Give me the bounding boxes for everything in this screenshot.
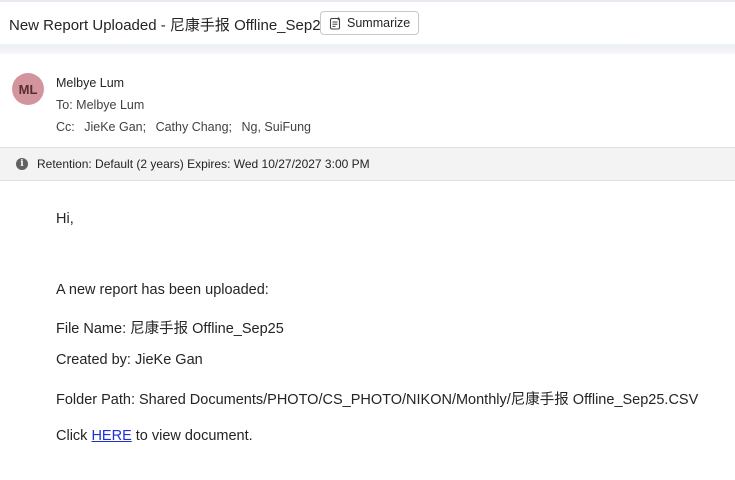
to-recipient[interactable]: Melbye Lum [76,98,144,112]
click-suffix: to view document. [131,428,253,444]
cc-recipient[interactable]: JieKe Gan; [84,120,146,134]
view-document-line: Click HERE to view document. [56,428,253,444]
cc-line: Cc: JieKe Gan; Cathy Chang; Ng, SuiFung [56,120,311,134]
created-by: Created by: JieKe Gan [56,352,203,368]
summarize-label: Summarize [347,16,411,30]
intro-text: A new report has been uploaded: [56,282,269,298]
cc-recipient[interactable]: Ng, SuiFung [241,120,310,134]
to-label: To: [56,98,73,112]
message-header: New Report Uploaded - 尼康手报 Offline_Sep25… [0,2,735,45]
summarize-icon [328,16,342,30]
to-line: To: Melbye Lum [56,98,144,112]
cc-label: Cc: [56,120,75,134]
retention-text: Retention: Default (2 years) Expires: We… [37,157,370,171]
click-prefix: Click [56,428,92,444]
cc-recipient[interactable]: Cathy Chang; [156,120,232,134]
sender-name[interactable]: Melbye Lum [56,76,124,90]
retention-bar: i Retention: Default (2 years) Expires: … [0,147,735,181]
info-icon: i [16,158,28,170]
file-name: File Name: 尼康手报 Offline_Sep25 [56,321,284,337]
message-subject: New Report Uploaded - 尼康手报 Offline_Sep25 [9,17,329,34]
folder-path: Folder Path: Shared Documents/PHOTO/CS_P… [56,392,699,408]
here-link[interactable]: HERE [91,428,131,444]
summarize-button[interactable]: Summarize [320,11,420,35]
greeting: Hi, [56,211,74,227]
header-divider [0,44,735,54]
avatar[interactable]: ML [12,73,44,105]
